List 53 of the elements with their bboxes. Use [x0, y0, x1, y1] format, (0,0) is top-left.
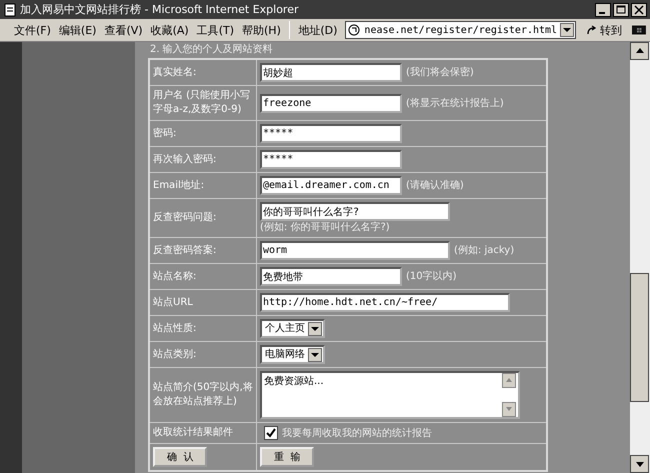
address-label: 地址(D): [298, 22, 338, 38]
field-label: 站点性质:: [153, 322, 198, 336]
scrollbar-drawing[interactable]: [630, 42, 650, 473]
menu-item[interactable]: 文件(F): [14, 22, 51, 38]
field-label: 密码:: [153, 126, 178, 140]
menu-item[interactable]: 工具(T): [196, 22, 234, 38]
text-field[interactable]: @email.dreamer.com.cn: [260, 176, 402, 195]
confirm-button[interactable]: 确 认: [153, 447, 208, 467]
hint-text: (将显示在统计报告上): [406, 96, 504, 110]
field-label: 反查密码问题:: [153, 211, 218, 225]
go-button[interactable]: 转到: [584, 22, 624, 38]
hint-text: (例如: 你的哥哥叫什么名字?): [260, 221, 390, 234]
text-field[interactable]: http://home.hdt.net.cn/~free/: [260, 293, 510, 312]
text-field[interactable]: 胡妙超: [260, 63, 402, 82]
text-field[interactable]: worm: [260, 241, 450, 260]
menu-item[interactable]: 编辑(E): [58, 22, 96, 38]
address-field[interactable]: nease.net/register/register.html: [345, 21, 576, 39]
minimize-icon[interactable]: [595, 2, 611, 16]
scrollbar-drawing: [502, 373, 516, 417]
field-label: 站点URL: [153, 296, 194, 310]
dropdown[interactable]: 电脑网络: [260, 345, 325, 364]
field-label: 真实姓名:: [153, 66, 198, 80]
checkbox[interactable]: [264, 426, 278, 440]
reset-button[interactable]: 重 输: [260, 447, 314, 467]
hint-text: (例如: jacky): [454, 244, 514, 257]
menu-item[interactable]: 帮助(H): [242, 22, 281, 38]
text-field[interactable]: *****: [260, 124, 402, 143]
window-title: 加入网易中文网站排行榜 - Microsoft Internet Explorer: [20, 2, 298, 17]
hint-text: (我们将会保密): [406, 66, 474, 79]
menu-item[interactable]: 收藏(A): [150, 22, 189, 38]
text-field[interactable]: 你的哥哥叫什么名字?: [260, 202, 450, 221]
dropdown[interactable]: 个人主页: [260, 319, 325, 338]
close-icon[interactable]: [631, 2, 647, 16]
text-field[interactable]: freezone: [260, 94, 402, 112]
field-label: 反查密码答案:: [153, 244, 218, 258]
field-label: 站点名称:: [153, 270, 198, 284]
field-label: 站点类别:: [153, 348, 198, 362]
checkbox-label: 我要每周收取我的网站的统计报告: [282, 426, 432, 440]
hint-text: (请确认准确): [406, 179, 464, 192]
text-area[interactable]: 免费资源站...: [260, 371, 520, 419]
check-icon: [265, 427, 277, 439]
menu-item[interactable]: 查看(V): [104, 22, 143, 38]
field-label: Email地址:: [153, 178, 206, 192]
hint-text: (10字以内): [406, 270, 457, 283]
text-field[interactable]: *****: [260, 150, 402, 169]
section-heading: 2. 输入您的个人及网站资料: [149, 42, 274, 57]
field-label: 再次输入密码:: [153, 152, 218, 166]
text-field[interactable]: 免费地带: [260, 267, 402, 286]
maximize-icon[interactable]: [613, 2, 629, 16]
field-label: 站点简介(50字以内,将会放在站点推荐上): [153, 381, 253, 409]
field-label: 用户名 (只能使用小写字母a-z,及数字0-9): [153, 89, 252, 117]
arrow-icon: [586, 24, 598, 36]
field-label: 收取统计结果邮件: [153, 426, 234, 440]
